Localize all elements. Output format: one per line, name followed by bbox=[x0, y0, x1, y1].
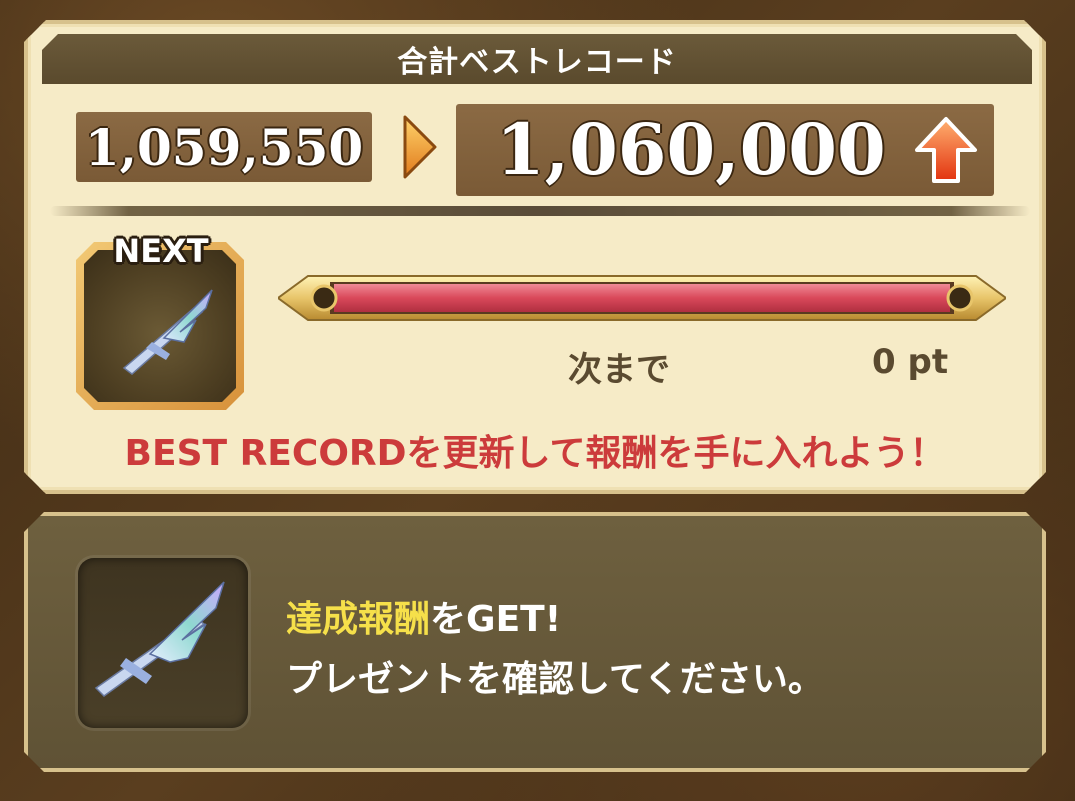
progress-fill bbox=[334, 284, 950, 312]
divider bbox=[50, 206, 1030, 216]
previous-score: 1,059,550 bbox=[84, 117, 364, 177]
reward-highlight: 達成報酬 bbox=[286, 599, 431, 640]
header-bar: 合計ベストレコード bbox=[42, 34, 1032, 84]
current-score: 1,060,000 bbox=[496, 108, 886, 191]
best-record-panel: 合計ベストレコード 1,059,550 1,060,000 NEXT 次まで 0… bbox=[24, 20, 1046, 494]
next-badge: NEXT bbox=[113, 232, 209, 270]
arrow-right-icon bbox=[402, 114, 438, 180]
next-points: 0 pt bbox=[872, 342, 949, 382]
reward-item-slot bbox=[78, 558, 248, 728]
reward-instruction: プレゼントを確認してください。 bbox=[286, 659, 824, 700]
header-title: 合計ベストレコード bbox=[397, 45, 677, 80]
reward-title: 達成報酬をGET! bbox=[286, 590, 561, 642]
progress-bar bbox=[278, 272, 1006, 324]
current-score-box: 1,060,000 bbox=[456, 104, 994, 196]
reward-title-suffix: をGET! bbox=[430, 599, 562, 640]
up-arrow-icon bbox=[914, 116, 978, 184]
reward-notice-panel[interactable]: 達成報酬をGET! プレゼントを確認してください。 bbox=[24, 512, 1046, 772]
sword-icon bbox=[78, 558, 248, 728]
best-record-message: BEST RECORDを更新して報酬を手に入れよう！ bbox=[124, 433, 946, 474]
next-label: 次まで bbox=[568, 350, 670, 390]
previous-score-box: 1,059,550 bbox=[76, 112, 372, 182]
